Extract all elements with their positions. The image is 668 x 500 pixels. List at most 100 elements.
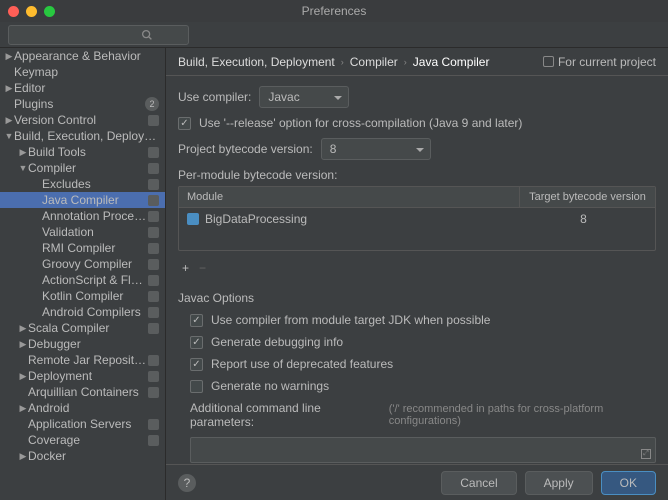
sidebar-item[interactable]: Application Servers bbox=[0, 416, 165, 432]
project-scope-icon bbox=[148, 195, 159, 206]
sidebar-item-label: RMI Compiler bbox=[42, 241, 148, 255]
per-module-label: Per-module bytecode version: bbox=[178, 168, 656, 182]
cancel-button[interactable]: Cancel bbox=[441, 471, 516, 495]
table-row[interactable]: BigDataProcessing 8 bbox=[179, 208, 655, 230]
sidebar-item[interactable]: Annotation Processors bbox=[0, 208, 165, 224]
opt1-checkbox[interactable] bbox=[190, 314, 203, 327]
chevron-right-icon: › bbox=[341, 57, 344, 67]
sidebar-item[interactable]: ▶Android bbox=[0, 400, 165, 416]
breadcrumb-b: Compiler bbox=[350, 55, 398, 69]
sidebar-item[interactable]: Coverage bbox=[0, 432, 165, 448]
close-icon[interactable] bbox=[8, 6, 19, 17]
bytecode-version-label: Project bytecode version: bbox=[178, 142, 313, 156]
remove-button[interactable]: − bbox=[199, 261, 206, 275]
sidebar-item[interactable]: ▶Docker bbox=[0, 448, 165, 464]
project-scope-icon bbox=[148, 323, 159, 334]
project-scope-icon bbox=[148, 275, 159, 286]
sidebar-item[interactable]: Java Compiler bbox=[0, 192, 165, 208]
dialog-footer: ? Cancel Apply OK bbox=[166, 464, 668, 500]
tree-arrow-icon: ▶ bbox=[18, 323, 28, 334]
project-scope-icon bbox=[148, 419, 159, 430]
sidebar-item[interactable]: RMI Compiler bbox=[0, 240, 165, 256]
use-compiler-select[interactable]: Javac bbox=[259, 86, 349, 108]
sidebar-item[interactable]: ▼Build, Execution, Deployment bbox=[0, 128, 165, 144]
opt3-checkbox[interactable] bbox=[190, 358, 203, 371]
tree-arrow-icon: ▶ bbox=[18, 339, 28, 350]
tree-arrow-icon: ▶ bbox=[18, 371, 28, 382]
sidebar-item-label: Compiler bbox=[28, 161, 148, 175]
module-icon bbox=[187, 213, 199, 225]
tree-arrow-icon: ▼ bbox=[4, 131, 14, 141]
sidebar-item-label: Scala Compiler bbox=[28, 321, 148, 335]
sidebar-item[interactable]: Groovy Compiler bbox=[0, 256, 165, 272]
sidebar-item[interactable]: Kotlin Compiler bbox=[0, 288, 165, 304]
search-input[interactable] bbox=[8, 25, 189, 45]
chevron-right-icon: › bbox=[404, 57, 407, 67]
project-scope-icon bbox=[148, 147, 159, 158]
sidebar-item[interactable]: Android Compilers bbox=[0, 304, 165, 320]
add-button[interactable]: + bbox=[182, 261, 189, 275]
form-body: Use compiler: Javac Use '--release' opti… bbox=[166, 76, 668, 464]
breadcrumb-a: Build, Execution, Deployment bbox=[178, 55, 335, 69]
sidebar-item[interactable]: Remote Jar Repositories bbox=[0, 352, 165, 368]
sidebar-item-label: Appearance & Behavior bbox=[14, 49, 161, 63]
sidebar-item[interactable]: Excludes bbox=[0, 176, 165, 192]
sidebar-item[interactable]: Keymap bbox=[0, 64, 165, 80]
sidebar-item-label: Arquillian Containers bbox=[28, 385, 148, 399]
sidebar-item[interactable]: ▶Version Control bbox=[0, 112, 165, 128]
addl-params-label: Additional command line parameters: bbox=[190, 401, 373, 429]
sidebar-item-label: Coverage bbox=[28, 433, 148, 447]
opt2-checkbox[interactable] bbox=[190, 336, 203, 349]
sidebar-item-label: ActionScript & Flex Compiler bbox=[42, 273, 148, 287]
project-scope-icon bbox=[148, 387, 159, 398]
opt4-checkbox[interactable] bbox=[190, 380, 203, 393]
tree-arrow-icon: ▶ bbox=[18, 147, 28, 158]
sidebar-item[interactable]: ▶Editor bbox=[0, 80, 165, 96]
sidebar-item-label: Version Control bbox=[14, 113, 148, 127]
search-icon bbox=[140, 28, 154, 42]
minimize-icon[interactable] bbox=[26, 6, 37, 17]
ok-button[interactable]: OK bbox=[601, 471, 656, 495]
sidebar-item[interactable]: ▶Appearance & Behavior bbox=[0, 48, 165, 64]
sidebar[interactable]: ▶Appearance & BehaviorKeymap▶EditorPlugi… bbox=[0, 48, 166, 500]
help-button[interactable]: ? bbox=[178, 474, 196, 492]
sidebar-item-label: Keymap bbox=[14, 65, 161, 79]
sidebar-item-label: Application Servers bbox=[28, 417, 148, 431]
sidebar-item[interactable]: ▶Deployment bbox=[0, 368, 165, 384]
project-scope-icon bbox=[148, 355, 159, 366]
project-scope-icon bbox=[148, 371, 159, 382]
tree-arrow-icon: ▶ bbox=[4, 115, 14, 126]
tree-arrow-icon: ▶ bbox=[4, 51, 14, 62]
addl-params-hint: ('/' recommended in paths for cross-plat… bbox=[389, 403, 656, 427]
sidebar-item[interactable]: ▶Debugger bbox=[0, 336, 165, 352]
project-scope-icon bbox=[148, 211, 159, 222]
window-controls bbox=[8, 6, 55, 17]
sidebar-item-label: Annotation Processors bbox=[42, 209, 148, 223]
sidebar-item[interactable]: Validation bbox=[0, 224, 165, 240]
sidebar-item[interactable]: Plugins2 bbox=[0, 96, 165, 112]
sidebar-item[interactable]: ▶Scala Compiler bbox=[0, 320, 165, 336]
sidebar-item[interactable]: ActionScript & Flex Compiler bbox=[0, 272, 165, 288]
sidebar-item-label: Docker bbox=[28, 449, 161, 463]
titlebar: Preferences bbox=[0, 0, 668, 22]
project-scope-icon bbox=[148, 115, 159, 126]
maximize-icon[interactable] bbox=[44, 6, 55, 17]
sidebar-item[interactable]: ▼Compiler bbox=[0, 160, 165, 176]
sidebar-item-label: Validation bbox=[42, 225, 148, 239]
sidebar-item[interactable]: Arquillian Containers bbox=[0, 384, 165, 400]
col-target[interactable]: Target bytecode version bbox=[520, 187, 655, 207]
apply-button[interactable]: Apply bbox=[525, 471, 593, 495]
bytecode-version-select[interactable]: 8 bbox=[321, 138, 431, 160]
breadcrumb-c: Java Compiler bbox=[413, 55, 490, 69]
sidebar-item-label: Deployment bbox=[28, 369, 148, 383]
col-module[interactable]: Module bbox=[179, 187, 520, 207]
content-panel: Build, Execution, Deployment › Compiler … bbox=[166, 48, 668, 500]
tree-arrow-icon: ▶ bbox=[18, 451, 28, 462]
sidebar-item[interactable]: ▶Build Tools bbox=[0, 144, 165, 160]
expand-icon[interactable]: ⤢ bbox=[641, 449, 651, 459]
breadcrumb: Build, Execution, Deployment › Compiler … bbox=[166, 48, 668, 76]
release-option-checkbox[interactable] bbox=[178, 117, 191, 130]
project-scope-icon bbox=[148, 243, 159, 254]
project-scope-icon bbox=[148, 435, 159, 446]
addl-params-input[interactable]: ⤢ bbox=[190, 437, 656, 463]
